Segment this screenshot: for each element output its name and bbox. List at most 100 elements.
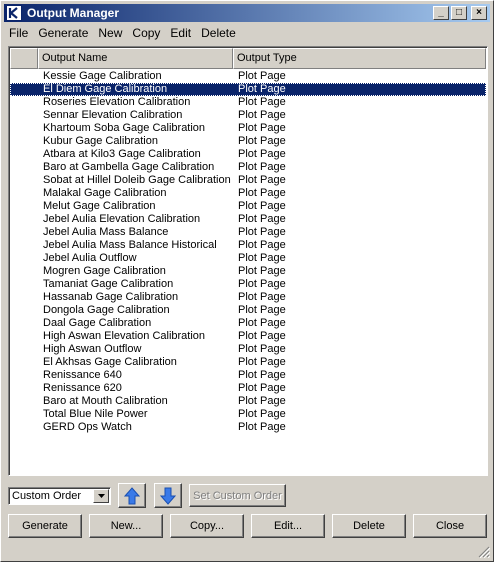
move-up-button[interactable] [118,483,146,508]
set-custom-order-button[interactable]: Set Custom Order [189,484,286,507]
maximize-button[interactable]: □ [451,6,467,20]
menu-copy[interactable]: Copy [127,24,165,42]
table-row[interactable]: Sennar Elevation Calibration Plot Page [10,109,486,122]
row-selector[interactable] [10,239,38,252]
table-row[interactable]: El Akhsas Gage Calibration Plot Page [10,356,486,369]
row-selector[interactable] [10,135,38,148]
arrow-up-icon [124,486,140,504]
menu-generate[interactable]: Generate [33,24,93,42]
row-selector-header[interactable] [10,48,38,69]
row-selector[interactable] [10,304,38,317]
output-name-cell: Renissance 620 [43,382,122,394]
title-bar[interactable]: Output Manager _ □ × [4,4,490,22]
order-select[interactable]: Custom Order [8,487,111,505]
window-title: Output Manager [27,6,119,20]
chevron-down-icon[interactable] [93,489,109,503]
row-selector[interactable] [10,200,38,213]
resize-grip-icon[interactable] [478,546,490,558]
output-type-cell: Plot Page [238,291,286,303]
row-selector[interactable] [10,109,38,122]
output-name-cell: El Akhsas Gage Calibration [43,356,177,368]
close-window-button[interactable]: × [471,6,487,20]
minimize-button[interactable]: _ [433,6,449,20]
menu-file[interactable]: File [4,24,33,42]
row-selector[interactable] [10,395,38,408]
row-selector[interactable] [10,122,38,135]
table-row[interactable]: Melut Gage Calibration Plot Page [10,200,486,213]
table-row[interactable]: High Aswan Elevation Calibration Plot Pag… [10,330,486,343]
output-type-cell: Plot Page [238,96,286,108]
row-selector[interactable] [10,148,38,161]
output-type-cell: Plot Page [238,187,286,199]
output-name-cell: Sobat at Hillel Doleib Gage Calibration [43,174,231,186]
output-type-cell: Plot Page [238,252,286,264]
table-row[interactable]: Jebel Aulia Outflow Plot Page [10,252,486,265]
table-row[interactable]: Renissance 620 Plot Page [10,382,486,395]
table-row[interactable]: Renissance 640 Plot Page [10,369,486,382]
table-row[interactable]: Total Blue Nile Power Plot Page [10,408,486,421]
table-row[interactable]: Roseries Elevation Calibration Plot Page [10,96,486,109]
table-row[interactable]: Baro at Gambella Gage Calibration Plot Pa… [10,161,486,174]
row-selector[interactable] [10,187,38,200]
output-type-cell: Plot Page [238,70,286,82]
table-row[interactable]: High Aswan Outflow Plot Page [10,343,486,356]
table-row[interactable]: Khartoum Soba Gage Calibration Plot Page [10,122,486,135]
row-selector[interactable] [10,161,38,174]
row-selector[interactable] [10,226,38,239]
copy-button[interactable]: Copy... [170,514,244,538]
table-row[interactable]: Baro at Mouth Calibration Plot Page [10,395,486,408]
table-row[interactable]: Atbara at Kilo3 Gage Calibration Plot Pag… [10,148,486,161]
row-selector[interactable] [10,317,38,330]
table-row[interactable]: Tamaniat Gage Calibration Plot Page [10,278,486,291]
menu-edit[interactable]: Edit [165,24,196,42]
output-type-cell: Plot Page [238,278,286,290]
edit-button[interactable]: Edit... [251,514,325,538]
table-row[interactable]: El Diem Gage Calibration Plot Page [10,83,486,96]
delete-button[interactable]: Delete [332,514,406,538]
maximize-icon: □ [455,7,463,18]
column-header-output-name[interactable]: Output Name [38,48,233,69]
row-selector[interactable] [10,174,38,187]
column-header-output-type[interactable]: Output Type [233,48,486,69]
row-selector[interactable] [10,96,38,109]
table-row[interactable]: Mogren Gage Calibration Plot Page [10,265,486,278]
row-selector[interactable] [10,278,38,291]
row-selector[interactable] [10,265,38,278]
row-selector[interactable] [10,83,38,96]
output-type-cell: Plot Page [238,109,286,121]
table-header: Output Name Output Type [10,48,486,69]
table-row[interactable]: Sobat at Hillel Doleib Gage Calibration P… [10,174,486,187]
row-selector[interactable] [10,213,38,226]
row-selector[interactable] [10,382,38,395]
row-selector[interactable] [10,369,38,382]
table-row[interactable]: GERD Ops Watch Plot Page [10,421,486,434]
row-selector[interactable] [10,408,38,421]
output-table[interactable]: Output Name Output Type Kessie Gage Cali… [8,46,488,476]
output-type-cell: Plot Page [238,369,286,381]
row-selector[interactable] [10,70,38,83]
table-row[interactable]: Jebel Aulia Mass Balance Plot Page [10,226,486,239]
menu-delete[interactable]: Delete [196,24,241,42]
move-down-button[interactable] [154,483,182,508]
row-selector[interactable] [10,356,38,369]
new-button[interactable]: New... [89,514,163,538]
table-row[interactable]: Kubur Gage Calibration Plot Page [10,135,486,148]
row-selector[interactable] [10,252,38,265]
row-selector[interactable] [10,343,38,356]
table-row[interactable]: Dongola Gage Calibration Plot Page [10,304,486,317]
output-type-cell: Plot Page [238,135,286,147]
table-row[interactable]: Hassanab Gage Calibration Plot Page [10,291,486,304]
output-type-cell: Plot Page [238,174,286,186]
row-selector[interactable] [10,421,38,434]
table-row[interactable]: Jebel Aulia Elevation Calibration Plot Pa… [10,213,486,226]
close-button[interactable]: Close [413,514,487,538]
table-row[interactable]: Kessie Gage Calibration Plot Page [10,70,486,83]
table-row[interactable]: Daal Gage Calibration Plot Page [10,317,486,330]
row-selector[interactable] [10,330,38,343]
table-row[interactable]: Malakal Gage Calibration Plot Page [10,187,486,200]
table-row[interactable]: Jebel Aulia Mass Balance Historical Plot … [10,239,486,252]
output-name-cell: El Diem Gage Calibration [43,83,168,95]
generate-button[interactable]: Generate [8,514,82,538]
menu-new[interactable]: New [93,24,127,42]
row-selector[interactable] [10,291,38,304]
